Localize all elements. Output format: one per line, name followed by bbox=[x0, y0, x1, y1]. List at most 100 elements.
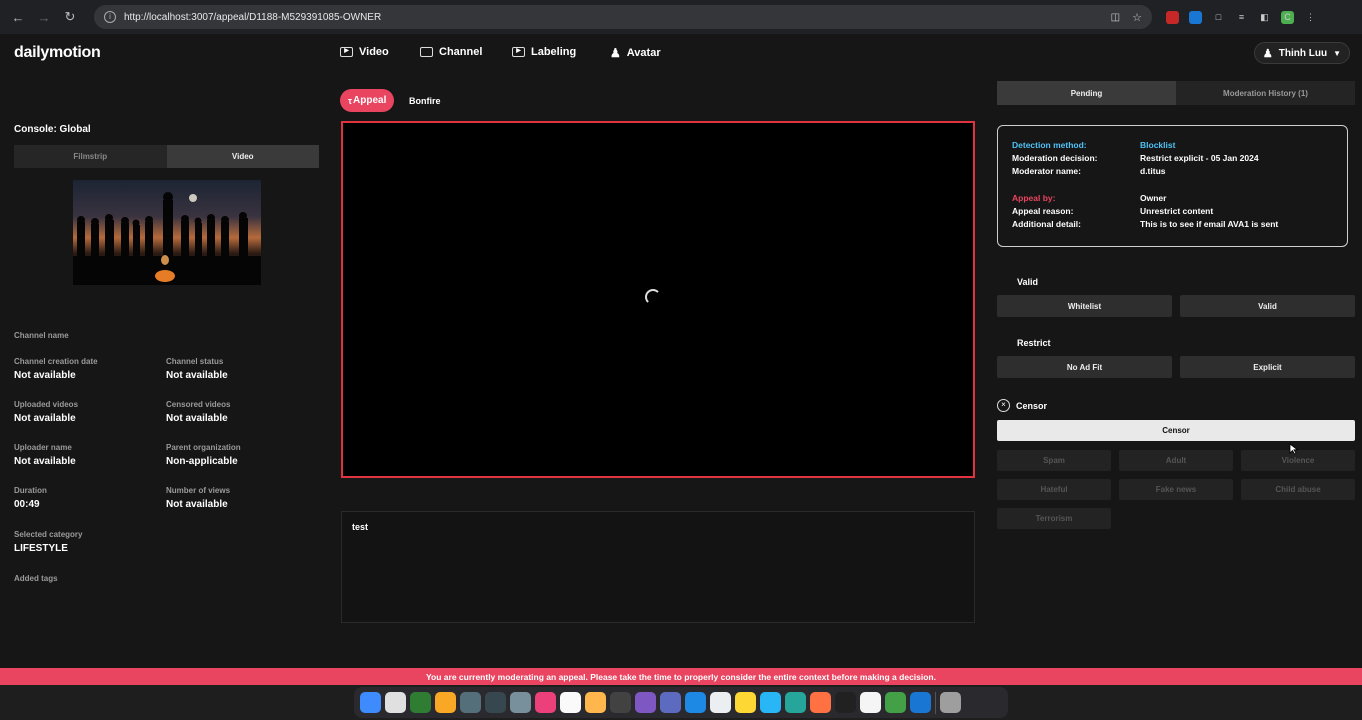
extensions-puzzle-icon[interactable]: □ bbox=[1212, 11, 1225, 24]
macos-dock bbox=[354, 687, 1008, 718]
censored-videos-field: Censored videos Not available bbox=[166, 400, 230, 424]
bonfire-silhouette-image bbox=[72, 192, 261, 285]
appeal-by-value: Owner bbox=[1140, 193, 1167, 203]
uploader-name-field: Uploader name Not available bbox=[14, 443, 76, 467]
added-tags-label: Added tags bbox=[14, 574, 58, 583]
app-yellow2-icon[interactable] bbox=[735, 692, 756, 713]
appeal-badge: τ Appeal bbox=[340, 89, 395, 112]
labeling-icon: ▶ bbox=[512, 47, 525, 57]
nav-avatar[interactable]: ♟ Avatar bbox=[610, 46, 661, 60]
app-search-icon[interactable] bbox=[460, 692, 481, 713]
user-menu-button[interactable]: ♟ Thinh Luu ▼ bbox=[1253, 42, 1350, 64]
valid-section-title: Valid bbox=[1017, 277, 1039, 287]
tab-pending[interactable]: Pending bbox=[997, 81, 1176, 105]
notes-textarea[interactable]: test bbox=[341, 511, 975, 623]
uploaded-videos-value: Not available bbox=[14, 413, 76, 424]
censor-button[interactable]: Censor bbox=[997, 420, 1355, 441]
terminal-icon[interactable] bbox=[485, 692, 506, 713]
app-yellow-icon[interactable] bbox=[435, 692, 456, 713]
appeal-reason-row: Appeal reason: Unrestrict content bbox=[1012, 206, 1333, 219]
censor-hateful-button[interactable]: Hateful bbox=[997, 479, 1111, 500]
valid-button[interactable]: Valid bbox=[1180, 295, 1355, 317]
number-of-views-value: Not available bbox=[166, 499, 228, 510]
explicit-button[interactable]: Explicit bbox=[1180, 356, 1355, 378]
tab-filmstrip[interactable]: Filmstrip bbox=[14, 145, 167, 168]
extension-blue-icon[interactable] bbox=[1189, 10, 1202, 24]
no-ad-fit-button[interactable]: No Ad Fit bbox=[997, 356, 1172, 378]
address-bar[interactable]: i http://localhost:3007/appeal/D1188-M52… bbox=[94, 5, 1152, 29]
app-white-icon[interactable] bbox=[710, 692, 731, 713]
censor-adult-button[interactable]: Adult bbox=[1119, 450, 1233, 471]
console-icon[interactable] bbox=[835, 692, 856, 713]
censor-child-abuse-button[interactable]: Child abuse bbox=[1241, 479, 1355, 500]
slack-icon[interactable] bbox=[860, 692, 881, 713]
finder-icon[interactable] bbox=[360, 692, 381, 713]
whitelist-button[interactable]: Whitelist bbox=[997, 295, 1172, 317]
duration-value: 00:49 bbox=[14, 499, 40, 510]
app-purple-icon[interactable] bbox=[635, 692, 656, 713]
channel-creation-date-label: Channel creation date bbox=[14, 357, 98, 366]
detection-method-row: Detection method: Blocklist bbox=[1012, 140, 1333, 153]
bookmark-star-icon[interactable]: ☆ bbox=[1132, 11, 1142, 24]
nav-labeling[interactable]: ▶ Labeling bbox=[512, 46, 576, 58]
nav-avatar-label: Avatar bbox=[626, 47, 661, 59]
outlook-icon[interactable] bbox=[685, 692, 706, 713]
app-orange-icon[interactable] bbox=[810, 692, 831, 713]
dailymotion-logo[interactable]: dailymotion bbox=[14, 44, 101, 62]
additional-detail-row: Additional detail: This is to see if ema… bbox=[1012, 219, 1333, 232]
additional-detail-label: Additional detail: bbox=[1012, 219, 1081, 229]
censor-spam-button[interactable]: Spam bbox=[997, 450, 1111, 471]
trash-icon[interactable] bbox=[940, 692, 961, 713]
profile-avatar-icon[interactable]: C bbox=[1281, 10, 1294, 24]
uploader-name-label: Uploader name bbox=[14, 443, 72, 452]
channel-status-value: Not available bbox=[166, 370, 228, 381]
chevron-down-icon: ▼ bbox=[1333, 48, 1341, 58]
nav-video[interactable]: ▶ Video bbox=[340, 46, 389, 58]
app-blue-icon[interactable] bbox=[760, 692, 781, 713]
tab-search-icon[interactable]: ≡ bbox=[1235, 11, 1248, 24]
teams-icon[interactable] bbox=[660, 692, 681, 713]
moderation-panel: Pending Moderation History (1) Detection… bbox=[997, 81, 1355, 529]
launchpad-icon[interactable] bbox=[385, 692, 406, 713]
censor-fake-news-button[interactable]: Fake news bbox=[1119, 479, 1233, 500]
selected-category-field: Selected category LIFESTYLE bbox=[14, 530, 319, 554]
chrome-icon[interactable] bbox=[885, 692, 906, 713]
site-info-icon[interactable]: i bbox=[104, 11, 116, 23]
forward-icon[interactable]: → bbox=[34, 7, 54, 27]
tab-video[interactable]: Video bbox=[166, 145, 319, 168]
app-pink-icon[interactable] bbox=[535, 692, 556, 713]
tab-moderation-history[interactable]: Moderation History (1) bbox=[1176, 81, 1355, 105]
app-gray-icon[interactable] bbox=[510, 692, 531, 713]
vscode-icon[interactable] bbox=[910, 692, 931, 713]
censor-circle-x-icon: × bbox=[997, 399, 1010, 412]
app-dark-icon[interactable] bbox=[610, 692, 631, 713]
moderation-decision-label: Moderation decision: bbox=[1012, 153, 1098, 163]
parent-organization-label: Parent organization bbox=[166, 443, 241, 452]
nav-channel[interactable]: Channel bbox=[420, 46, 482, 58]
duration-field: Duration 00:49 bbox=[14, 486, 47, 510]
install-icon[interactable]: ◫ bbox=[1111, 12, 1120, 23]
appeal-reason-value: Unrestrict content bbox=[1140, 206, 1214, 216]
back-icon[interactable]: ← bbox=[8, 7, 28, 27]
browser-menu-icon[interactable]: ⋮ bbox=[1304, 11, 1317, 24]
calendar-icon[interactable] bbox=[560, 692, 581, 713]
extension-red-icon[interactable] bbox=[1166, 10, 1179, 24]
restrict-section-title: Restrict bbox=[1017, 338, 1051, 348]
channel-creation-date-field: Channel creation date Not available bbox=[14, 357, 98, 381]
video-player[interactable] bbox=[341, 121, 975, 478]
notes-app-icon[interactable] bbox=[585, 692, 606, 713]
censored-videos-label: Censored videos bbox=[166, 400, 231, 409]
app-teal-icon[interactable] bbox=[785, 692, 806, 713]
censor-section-title: Censor bbox=[1016, 400, 1048, 411]
mouse-cursor-icon bbox=[1289, 443, 1299, 455]
video-thumbnail[interactable] bbox=[72, 180, 261, 285]
vim-icon[interactable] bbox=[410, 692, 431, 713]
nav-labeling-label: Labeling bbox=[531, 46, 577, 58]
reload-icon[interactable]: ↻ bbox=[60, 7, 80, 27]
sidebar-icon[interactable]: ◧ bbox=[1258, 11, 1271, 24]
censor-terrorism-button[interactable]: Terrorism bbox=[997, 508, 1111, 529]
user-name: Thinh Luu bbox=[1278, 47, 1328, 59]
channel-name-label: Channel name bbox=[14, 331, 69, 340]
channel-status-field: Channel status Not available bbox=[166, 357, 228, 381]
detection-method-label: Detection method: bbox=[1012, 140, 1087, 150]
